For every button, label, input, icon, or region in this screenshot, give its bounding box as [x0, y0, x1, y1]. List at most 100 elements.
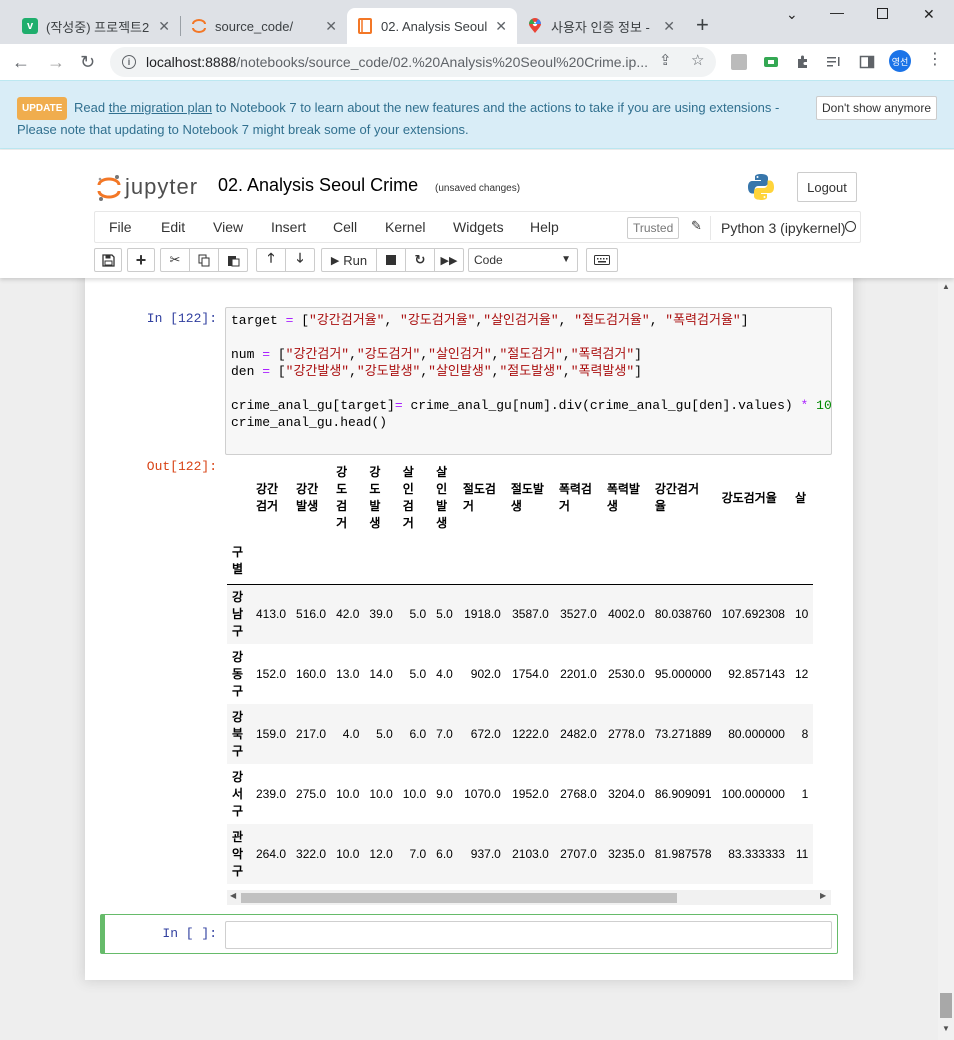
save-button[interactable] — [94, 248, 122, 272]
copy-button[interactable] — [189, 248, 219, 272]
more-menu-icon[interactable]: ⋮ — [927, 50, 943, 70]
close-icon[interactable]: ✕ — [325, 18, 337, 35]
menu-widgets[interactable]: Widgets — [453, 219, 504, 235]
address-toolbar: ← → ↻ i localhost:8888 /notebooks/source… — [0, 44, 954, 80]
vertical-scrollbar[interactable]: ▲ ▼ — [938, 278, 954, 1040]
media-queue-icon[interactable] — [826, 54, 842, 70]
chevron-down-icon: ▼ — [561, 254, 571, 265]
pencil-edit-icon[interactable]: ✎ — [691, 218, 702, 234]
table-cell: 264.0 — [256, 847, 287, 861]
extension-avatar-icon[interactable] — [731, 54, 747, 70]
restart-button[interactable]: ↻ — [405, 248, 435, 272]
scroll-down-icon[interactable]: ▼ — [942, 1024, 950, 1033]
paste-button[interactable] — [218, 248, 248, 272]
tab-analysis-seoul[interactable]: 02. Analysis Seoul ✕ — [347, 8, 517, 44]
new-tab-icon[interactable]: + — [696, 14, 709, 36]
bookmark-star-icon[interactable]: ☆ — [691, 51, 704, 69]
reload-icon[interactable]: ↻ — [80, 52, 95, 72]
command-palette-button[interactable] — [586, 248, 618, 272]
share-icon[interactable]: ⇪ — [659, 51, 672, 69]
menu-cell[interactable]: Cell — [333, 219, 357, 235]
banner-text-before: Read — [74, 100, 109, 115]
menu-file[interactable]: File — [109, 219, 132, 235]
menu-edit[interactable]: Edit — [161, 219, 185, 235]
jupyter-header: jupyter 02. Analysis Seoul Crime (unsave… — [0, 150, 954, 278]
table-cell: 413.0 — [256, 607, 287, 622]
table-cell: 81.987578 — [654, 847, 712, 861]
migration-plan-link[interactable]: the migration plan — [109, 100, 212, 115]
logout-button[interactable]: Logout — [797, 172, 857, 202]
horizontal-scrollbar[interactable]: ◀ ▶ — [227, 890, 831, 905]
code-editor[interactable]: target = ["강간검거율", "강도검거율","살인검거율", "절도검… — [225, 307, 832, 455]
empty-code-editor[interactable] — [225, 921, 832, 949]
minimize-icon[interactable]: — — [830, 4, 844, 20]
forward-arrow-icon[interactable]: → — [47, 52, 65, 72]
move-up-button[interactable]: 🡑 — [256, 248, 286, 272]
notebook-icon — [357, 18, 373, 34]
cut-button[interactable]: ✂ — [160, 248, 190, 272]
side-panel-icon[interactable] — [859, 54, 875, 70]
puzzle-extensions-icon[interactable] — [795, 54, 811, 70]
close-icon[interactable]: ✕ — [663, 18, 675, 35]
vrew-v-icon: v — [22, 18, 38, 34]
back-arrow-icon[interactable]: ← — [12, 52, 30, 72]
column-header: 강도발생 — [369, 465, 381, 530]
menu-kernel[interactable]: Kernel — [385, 219, 425, 235]
url-bar[interactable]: i localhost:8888 /notebooks/source_code/… — [110, 47, 716, 77]
tab-vrew-project[interactable]: v (작성중) 프로젝트2 ✕ — [12, 8, 180, 44]
column-header: 강도검거율 — [721, 490, 777, 505]
table-cell: 6.0 — [436, 847, 453, 861]
tab-label: source_code/ — [215, 18, 294, 34]
run-button[interactable]: ▶ Run — [321, 248, 377, 272]
table-cell: 3527.0 — [560, 607, 597, 622]
kernel-idle-indicator-icon — [845, 221, 856, 232]
close-icon[interactable]: ✕ — [158, 18, 170, 35]
notebook-title[interactable]: 02. Analysis Seoul Crime — [218, 175, 418, 196]
move-down-button[interactable]: 🡓 — [285, 248, 315, 272]
table-cell: 2201.0 — [560, 667, 597, 681]
code-line: num = ["강간검거","강도검거","살인검거","절도검거","폭력검거… — [231, 347, 642, 362]
menu-help[interactable]: Help — [530, 219, 559, 235]
table-cell: 275.0 — [296, 787, 327, 801]
python-logo-icon — [746, 172, 776, 202]
scroll-right-icon[interactable]: ▶ — [820, 891, 826, 900]
insert-cell-button[interactable]: + — [127, 248, 155, 272]
input-prompt: In [122]: — [146, 311, 217, 326]
tab-source-code[interactable]: source_code/ ✕ — [181, 8, 347, 44]
scroll-left-icon[interactable]: ◀ — [230, 891, 236, 900]
cell-type-select[interactable]: Code ▼ — [468, 248, 578, 272]
dont-show-button[interactable]: Don't show anymore — [816, 96, 937, 120]
table-cell: 5.0 — [436, 607, 453, 622]
play-icon: ▶ — [330, 254, 340, 267]
table-cell: 10 — [794, 607, 809, 622]
index-name-row: 구별 — [227, 538, 814, 584]
jupyter-icon — [191, 18, 207, 34]
chevron-down-icon[interactable]: ⌄ — [786, 6, 798, 23]
menu-insert[interactable]: Insert — [271, 219, 306, 235]
scroll-up-icon[interactable]: ▲ — [942, 282, 950, 291]
column-header: 절도발생 — [510, 482, 544, 513]
interrupt-button[interactable] — [376, 248, 406, 272]
menu-view[interactable]: View — [213, 219, 243, 235]
restart-run-all-button[interactable]: ▶▶ — [434, 248, 464, 272]
table-cell: 239.0 — [256, 787, 287, 801]
scrollbar-thumb[interactable] — [940, 993, 952, 1018]
plus-icon: + — [135, 249, 147, 270]
trusted-indicator[interactable]: Trusted — [627, 217, 680, 239]
green-extension-icon[interactable] — [763, 54, 779, 70]
table-cell: 2103.0 — [512, 847, 549, 861]
profile-avatar[interactable]: 영선 — [889, 50, 911, 72]
tab-user-credentials[interactable]: 사용자 인증 정보 - ✕ — [517, 8, 685, 44]
table-cell: 2768.0 — [560, 787, 597, 801]
window-close-icon[interactable]: ✕ — [923, 6, 935, 23]
notebook-container: In [122]: target = ["강간검거율", "강도검거율","살인… — [85, 278, 853, 980]
scrollbar-thumb[interactable] — [241, 893, 677, 903]
update-banner: UPDATE Read the migration plan to Notebo… — [0, 80, 954, 149]
table-cell: 10.0 — [336, 787, 360, 801]
site-info-icon[interactable]: i — [122, 55, 136, 69]
jupyter-logo[interactable]: jupyter — [97, 172, 207, 202]
selected-empty-cell[interactable]: In [ ]: — [100, 914, 838, 954]
maximize-icon[interactable] — [877, 6, 888, 22]
close-icon[interactable]: ✕ — [495, 18, 507, 35]
kernel-name[interactable]: Python 3 (ipykernel) — [710, 216, 846, 240]
